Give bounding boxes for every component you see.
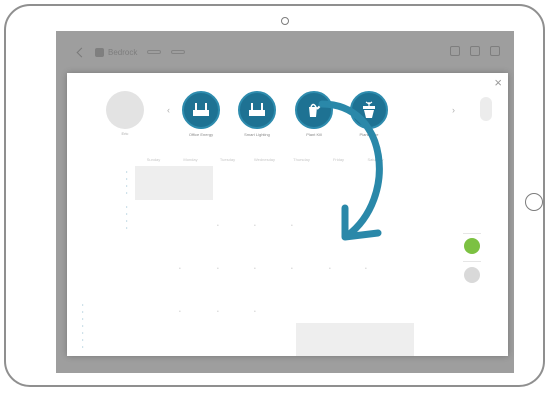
camera-icon (281, 17, 289, 25)
back-icon[interactable] (76, 47, 87, 57)
slot-dot: • (254, 266, 256, 272)
tablet-frame: Bedrock × Eric ‹ › Office Energy Smart L… (4, 4, 545, 387)
hour-column-lower: • • • • • • • (82, 302, 84, 349)
weekday: Thursday (293, 157, 310, 162)
next-icon[interactable]: › (452, 105, 455, 115)
weekday: Wednesday (253, 157, 276, 162)
slot-dot: • (329, 266, 331, 272)
slot-dot: • (217, 309, 219, 315)
slot-dot: • (217, 223, 219, 229)
slot-dot: • (179, 266, 181, 272)
avatar-label: Eric (121, 131, 129, 136)
schedule-block[interactable] (135, 166, 213, 200)
weekday: Friday (332, 157, 345, 162)
logo-icon (95, 47, 104, 57)
divider (463, 261, 481, 262)
slot-dot: • (291, 223, 293, 229)
tile-smart-lighting[interactable]: Smart Lighting (237, 91, 277, 137)
hour-column: • • • • • • • • (126, 169, 128, 230)
toolbar-pill-2[interactable] (171, 50, 186, 54)
slot-dot: • (217, 266, 219, 272)
flower-pot-icon (363, 101, 375, 118)
slot-dot: • (291, 266, 293, 272)
tile-label: Plant Kill (306, 132, 322, 137)
divider (463, 233, 481, 234)
toolbar-pill-1[interactable] (147, 50, 162, 54)
app-bar-actions (450, 46, 500, 56)
avatar[interactable] (106, 91, 144, 129)
settings-icon[interactable] (470, 46, 480, 56)
router-icon (249, 103, 265, 116)
weekday: Monday (183, 157, 198, 162)
weekday-header: Sunday Monday Tuesday Wednesday Thursday… (135, 157, 394, 162)
tile-label: Plant Care (359, 132, 379, 137)
app-name: Bedrock (108, 47, 138, 57)
scroll-handle[interactable] (480, 97, 492, 121)
screen: Bedrock × Eric ‹ › Office Energy Smart L… (56, 31, 514, 373)
menu-icon[interactable] (490, 46, 500, 56)
tile-label: Office Energy (188, 132, 214, 137)
confirm-button[interactable] (464, 238, 480, 254)
close-icon[interactable]: × (494, 75, 502, 90)
secondary-button[interactable] (464, 267, 480, 283)
home-button[interactable] (525, 193, 543, 211)
tile-plant-care[interactable]: Plant Care (349, 91, 389, 137)
weekday: Sunday (146, 157, 161, 162)
scheduler-dialog: × Eric ‹ › Office Energy Smart Lighting … (67, 73, 508, 356)
app-bar: Bedrock (56, 31, 514, 73)
tile-office-energy[interactable]: Office Energy (181, 91, 221, 137)
weekday: Saturday (367, 157, 384, 162)
watering-can-icon (309, 103, 323, 117)
notification-icon[interactable] (450, 46, 460, 56)
previous-icon[interactable]: ‹ (167, 105, 170, 115)
slot-dot: • (179, 309, 181, 315)
router-icon (193, 103, 209, 116)
slot-dot: • (254, 223, 256, 229)
weekday: Tuesday (219, 157, 236, 162)
slot-dot: • (254, 309, 256, 315)
tile-plant-kill[interactable]: Plant Kill (294, 91, 334, 137)
schedule-block[interactable] (296, 323, 414, 356)
tile-label: Smart Lighting (244, 132, 270, 137)
slot-dot: • (365, 266, 367, 272)
